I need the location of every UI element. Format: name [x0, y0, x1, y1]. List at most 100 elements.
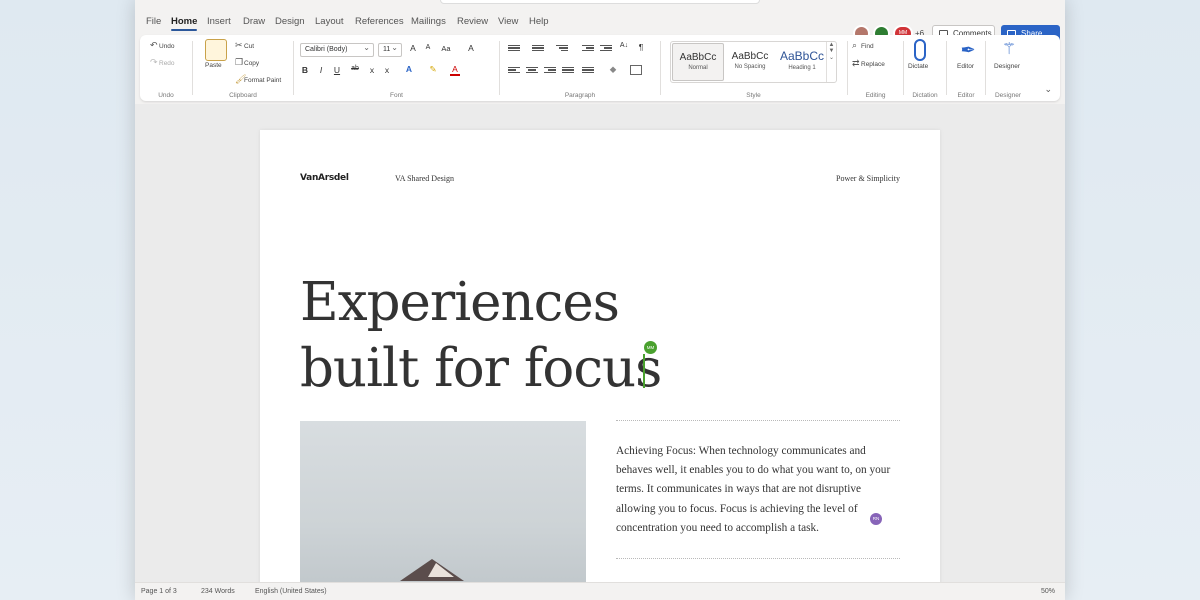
tab-help[interactable]: Help [529, 16, 549, 27]
highlight-icon[interactable]: ✎ [426, 64, 440, 75]
page-count[interactable]: Page 1 of 3 [141, 588, 177, 595]
increase-indent-icon[interactable] [600, 43, 612, 53]
font-color-icon[interactable]: A [450, 64, 460, 76]
align-left-icon[interactable] [508, 65, 520, 75]
tab-draw[interactable]: Draw [243, 16, 265, 27]
pilcrow-icon[interactable]: ¶ [634, 42, 648, 52]
collaborator-cursor [643, 354, 645, 388]
zoom-level[interactable]: 50% [1041, 588, 1055, 595]
cut-button[interactable]: ✂Cut [235, 40, 254, 51]
superscript-button[interactable]: x [380, 65, 394, 75]
group-label: Font [389, 92, 403, 99]
replace-icon: ⇄ [852, 58, 860, 68]
document-canvas[interactable]: VanArsdel VA Shared Design Power & Simpl… [135, 104, 1065, 596]
tab-review[interactable]: Review [457, 16, 488, 27]
undo-icon: ↶ [150, 40, 158, 50]
designer-wand-icon[interactable]: ⚚ [998, 39, 1020, 61]
paste-icon[interactable] [205, 39, 227, 61]
microphone-icon[interactable] [914, 39, 926, 61]
align-center-icon[interactable] [526, 65, 538, 75]
tab-design[interactable]: Design [275, 16, 305, 27]
divider [616, 558, 900, 559]
sort-icon[interactable]: A↓ [617, 42, 631, 49]
search-box[interactable] [440, 0, 760, 4]
tab-insert[interactable]: Insert [207, 16, 231, 27]
hero-image[interactable] [300, 421, 586, 596]
numbering-icon[interactable] [532, 43, 544, 53]
paragraph-group: A↓ ¶ ◆ Paragraph [500, 35, 660, 101]
group-label: Style [746, 92, 761, 99]
word-window: File Home Insert Draw Design Layout Refe… [135, 0, 1065, 600]
change-case-button[interactable]: Aa [439, 44, 453, 53]
undo-group: ↶Undo ↷Redo Undo [140, 35, 192, 101]
find-label: Find [861, 43, 874, 50]
copy-button[interactable]: ❐Copy [235, 57, 259, 68]
tab-references[interactable]: References [355, 16, 404, 27]
copy-icon: ❐ [235, 57, 244, 67]
font-family-select[interactable]: Calibri (Body) [300, 42, 374, 57]
title-line: built for focus [300, 338, 662, 399]
tab-view[interactable]: View [498, 16, 518, 27]
replace-button[interactable]: ⇄Replace [852, 58, 885, 69]
dictate-label[interactable]: Dictate [908, 63, 928, 70]
borders-icon[interactable] [630, 65, 642, 75]
status-bar: Page 1 of 3 234 Words English (United St… [135, 582, 1065, 600]
subscript-button[interactable]: x [365, 65, 379, 75]
line-spacing-icon[interactable] [582, 65, 594, 75]
tab-mailings[interactable]: Mailings [411, 16, 446, 27]
language-indicator[interactable]: English (United States) [255, 588, 327, 595]
collapse-ribbon-icon[interactable]: ⌄ [1044, 84, 1052, 95]
word-count[interactable]: 234 Words [201, 588, 235, 595]
undo-label: Undo [159, 43, 175, 50]
grow-font-button[interactable]: A [406, 43, 420, 53]
body-paragraph[interactable]: Achieving Focus: When technology communi… [616, 442, 902, 538]
clear-formatting-button[interactable]: A [464, 43, 478, 53]
divider [616, 420, 900, 421]
format-painter-label: Format Paint [244, 77, 282, 84]
designer-label[interactable]: Designer [994, 63, 1020, 70]
find-button[interactable]: ⌕ Find [852, 40, 874, 51]
bold-button[interactable]: B [298, 65, 312, 75]
undo-button[interactable]: ↶Undo [150, 40, 175, 51]
tab-home[interactable]: Home [171, 16, 198, 31]
clipboard-group: Paste ✂Cut ❐Copy 🖌Format Paint Clipboard [193, 35, 293, 101]
multilevel-list-icon[interactable] [556, 43, 568, 53]
header-tagline: Power & Simplicity [836, 174, 900, 183]
paintbrush-icon: 🖌 [235, 74, 247, 84]
brand-logo: VanArsdel [300, 173, 349, 183]
bullets-icon[interactable] [508, 43, 520, 53]
group-label: Editing [865, 92, 886, 99]
editing-group: ⌕ Find ⇄Replace Editing [848, 35, 903, 101]
redo-label: Redo [159, 60, 175, 67]
editor-label[interactable]: Editor [957, 63, 974, 70]
shading-icon[interactable]: ◆ [606, 64, 620, 75]
redo-button[interactable]: ↷Redo [150, 57, 175, 68]
decrease-indent-icon[interactable] [582, 43, 594, 53]
tab-layout[interactable]: Layout [315, 16, 344, 27]
justify-icon[interactable] [562, 65, 574, 75]
scissors-icon: ✂ [235, 40, 243, 50]
text-effects-icon[interactable]: A [402, 64, 416, 74]
cut-label: Cut [244, 43, 255, 50]
editor-group: ✒ Editor Editor [947, 35, 985, 101]
format-painter-button[interactable]: 🖌Format Paint [235, 74, 281, 85]
font-group: Calibri (Body) 11 A A Aa A B I U ab x x … [294, 35, 499, 101]
search-icon: ⌕ [852, 40, 858, 50]
ribbon-tabs: File Home Insert Draw Design Layout Refe… [135, 12, 1065, 43]
tab-file[interactable]: File [146, 16, 161, 27]
dictation-group: Dictate Dictation [904, 35, 946, 101]
font-size-select[interactable]: 11 [378, 42, 402, 57]
collaborator-cursor-dot: RN [870, 513, 882, 525]
document-page[interactable]: VanArsdel VA Shared Design Power & Simpl… [260, 130, 940, 596]
group-label: Clipboard [229, 92, 257, 99]
shrink-font-button[interactable]: A [421, 44, 435, 51]
italic-button[interactable]: I [314, 65, 328, 75]
paste-label[interactable]: Paste [205, 62, 222, 69]
roof-highlight [428, 563, 454, 577]
editor-pen-icon[interactable]: ✒ [957, 39, 979, 61]
header-text: VA Shared Design [395, 174, 454, 183]
align-right-icon[interactable] [544, 65, 556, 75]
underline-button[interactable]: U [330, 65, 344, 75]
document-title[interactable]: Experiences built for focus [300, 270, 720, 402]
strikethrough-button[interactable]: ab [348, 65, 362, 72]
